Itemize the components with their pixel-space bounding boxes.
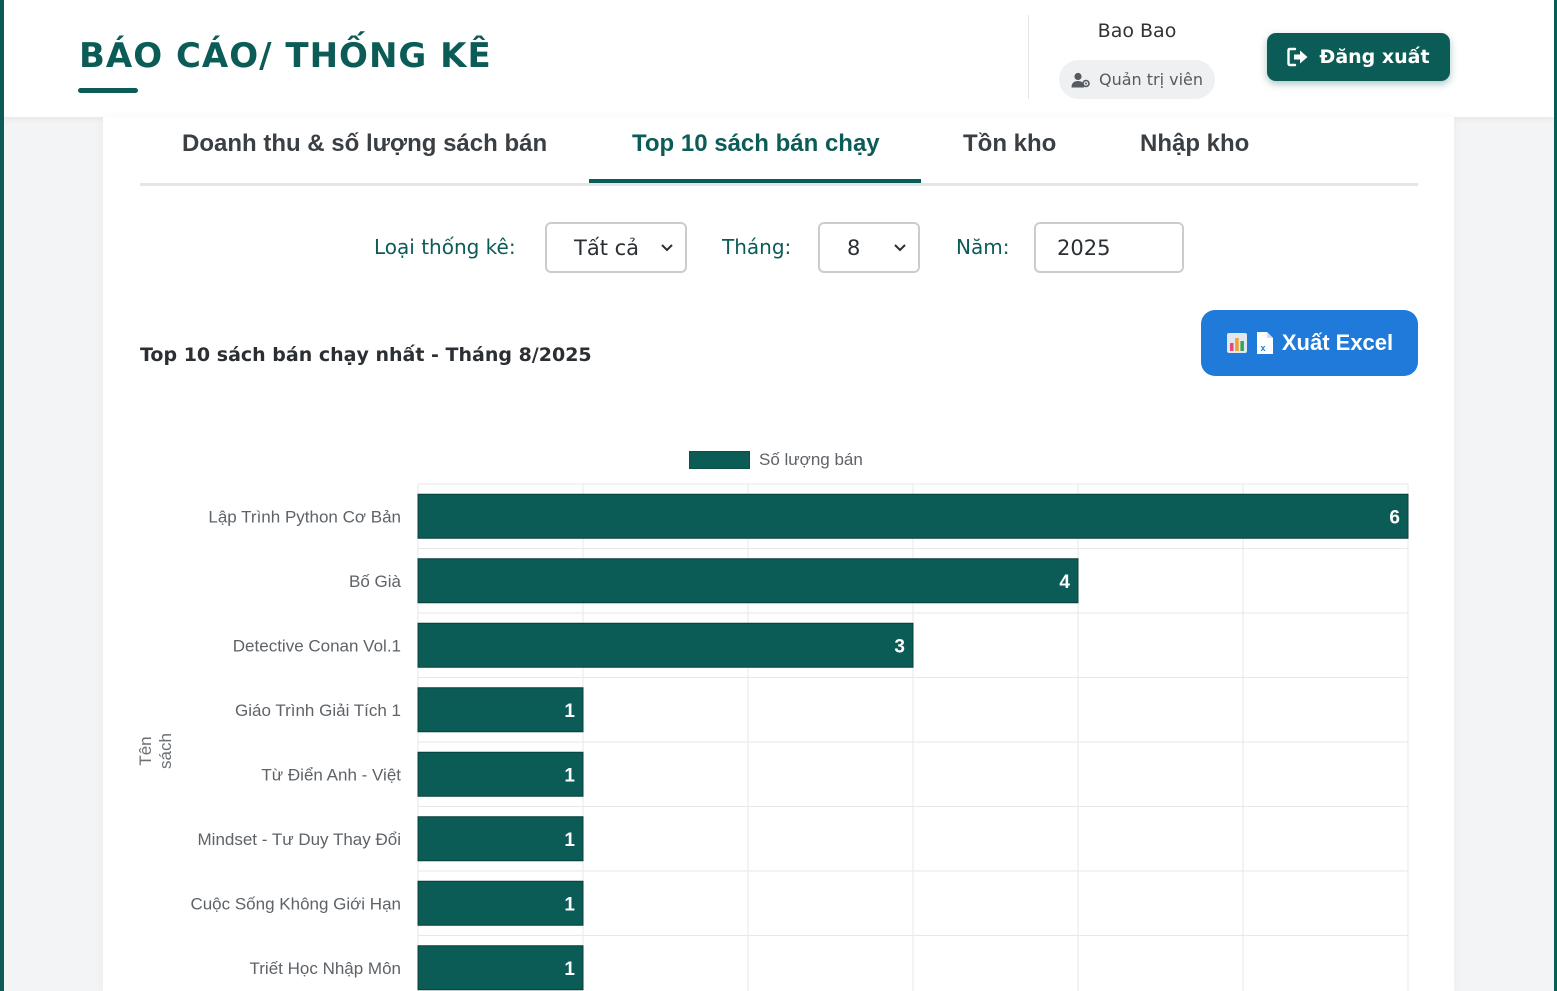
bar xyxy=(417,816,584,862)
data-label: 4 xyxy=(1059,572,1070,593)
category-label: Lập Trình Python Cơ Bản xyxy=(208,507,401,526)
category-label: Mindset - Tư Duy Thay Đổi xyxy=(198,830,402,849)
category-label: Giáo Trình Giải Tích 1 xyxy=(235,701,401,720)
bar xyxy=(417,880,584,926)
data-label: 1 xyxy=(564,765,575,786)
category-label: Cuộc Sống Không Giới Hạn xyxy=(190,894,401,913)
category-label: Triết Học Nhập Môn xyxy=(250,959,401,978)
bar xyxy=(417,493,1409,539)
data-label: 3 xyxy=(894,636,905,657)
data-label: 1 xyxy=(564,830,575,851)
category-label: Từ Điển Anh - Việt xyxy=(261,765,401,784)
data-label: 1 xyxy=(564,894,575,915)
bar xyxy=(417,622,914,668)
category-label: Detective Conan Vol.1 xyxy=(233,636,401,655)
category-label: Bố Già xyxy=(349,572,402,591)
bar xyxy=(417,687,584,733)
data-label: 1 xyxy=(564,959,575,980)
bar-chart: Lập Trình Python Cơ Bản 6 Bố Già 4 Detective… xyxy=(190,483,1409,991)
bar xyxy=(417,945,584,991)
data-label: 1 xyxy=(564,701,575,722)
bar xyxy=(417,558,1079,604)
data-label: 6 xyxy=(1389,507,1400,528)
bar xyxy=(417,751,584,797)
